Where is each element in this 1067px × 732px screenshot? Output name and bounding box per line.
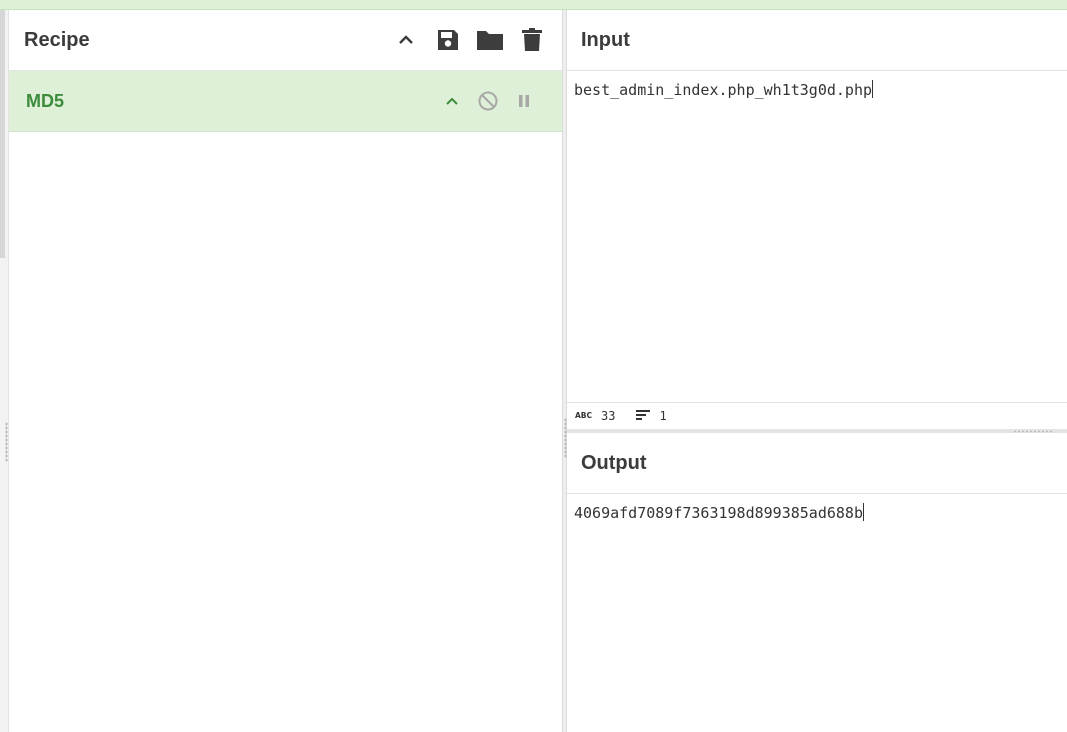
output-title: Output [581, 451, 647, 474]
save-icon[interactable] [434, 26, 462, 54]
length-stat: ABC 33 [575, 409, 615, 423]
output-pane: Output 4069afd7089f7363198d899385ad688b [567, 433, 1067, 732]
chevron-up-icon[interactable] [440, 89, 464, 113]
lines-icon [635, 409, 651, 424]
operation-controls [440, 89, 562, 113]
input-textarea[interactable]: best_admin_index.php_wh1t3g0d.php [567, 71, 1067, 108]
text-caret [872, 80, 874, 98]
operation-md5[interactable]: MD5 [9, 71, 562, 132]
abc-icon: ABC [575, 409, 593, 423]
text-caret [862, 503, 864, 521]
operation-name: MD5 [26, 90, 65, 111]
input-pane: Input best_admin_index.php_wh1t3g0d.php … [567, 10, 1067, 429]
trash-icon[interactable] [518, 26, 546, 54]
output-textarea[interactable]: 4069afd7089f7363198d899385ad688b [567, 494, 1067, 531]
lines-stat: 1 [635, 409, 667, 424]
input-title: Input [581, 28, 630, 51]
svg-text:ABC: ABC [575, 411, 593, 420]
scroll-grip[interactable] [0, 10, 5, 258]
input-text: best_admin_index.php_wh1t3g0d.php [574, 81, 873, 99]
recipe-title: Recipe [24, 28, 90, 51]
pause-icon[interactable] [512, 89, 536, 113]
recipe-header: Recipe [9, 10, 562, 71]
output-header: Output [567, 433, 1067, 494]
output-text: 4069afd7089f7363198d899385ad688b [574, 504, 863, 522]
lines-value: 1 [659, 409, 667, 423]
chevron-up-icon[interactable] [392, 26, 420, 54]
length-value: 33 [601, 409, 616, 423]
recipe-toolbar [392, 26, 562, 54]
input-status-bar: ABC 33 1 [567, 402, 1067, 429]
recipe-pane: Recipe MD5 [9, 10, 562, 732]
disable-icon[interactable] [476, 89, 500, 113]
resize-handle[interactable] [5, 422, 8, 462]
input-header: Input [567, 10, 1067, 71]
folder-icon[interactable] [476, 26, 504, 54]
left-gutter [0, 10, 9, 732]
top-banner [0, 0, 1067, 10]
